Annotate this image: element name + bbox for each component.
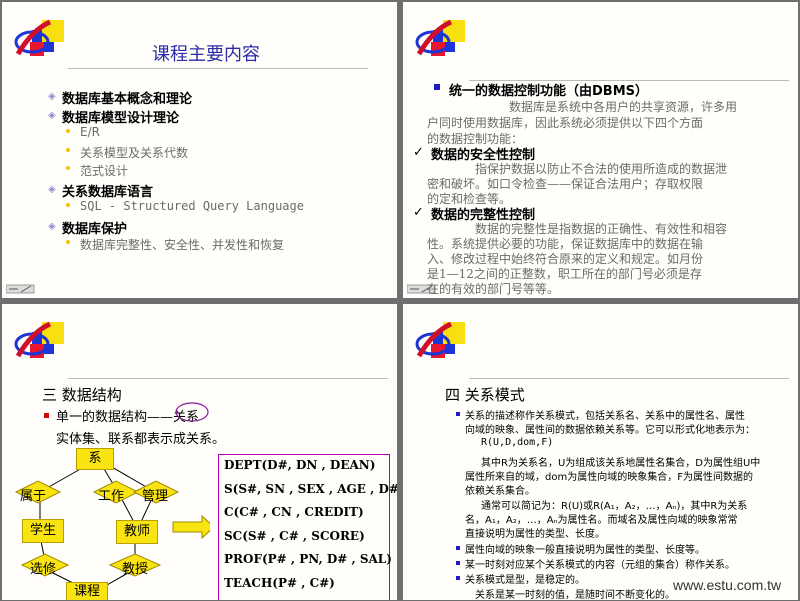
entity-xuesheng: 学生: [22, 519, 64, 543]
schema-text: 向域的映象、属性间的数据依赖关系等。它可以形式化地表示为：: [465, 425, 755, 436]
relation-schema: S(S#, SN , SEX , AGE , D#): [224, 481, 397, 496]
relationship-guanli: 管理: [142, 489, 169, 504]
dot-bullet-icon: [66, 166, 70, 170]
outline-subitem: 关系模型及关系代数: [80, 145, 189, 160]
relation-schema: PROF(P# , PN, D# , SAL): [224, 552, 392, 566]
entity-xi: 系: [76, 448, 114, 470]
square-bullet-icon: [456, 412, 460, 416]
schema-text: 关系的描述称作关系模式，包括关系名、关系中的属性名、属性: [465, 411, 745, 422]
outline-subitem: 数据库完整性、安全性、并发性和恢复: [80, 238, 285, 252]
outline-subitem: 范式设计: [80, 164, 129, 178]
entity-jiaoshi: 教师: [116, 520, 158, 544]
relation-schema: DEPT(D#, DN , DEAN): [224, 458, 376, 472]
schema-text: 其中R为关系名，U为组成该关系地属性名集合，D为属性组U中: [481, 458, 761, 469]
relation-schema: SC(S# , C# , SCORE): [224, 528, 365, 543]
schema-text: 属性所来自的域，dom为属性向域的映象集合，F为属性间数据的: [465, 472, 753, 483]
outline-item: 关系数据库语言: [62, 184, 154, 200]
square-bullet-icon: [456, 561, 460, 565]
schema-text: 名，A₁，A₂，…，Aₙ为属性名。而域名及属性向域的映象常常: [465, 515, 738, 526]
diamond-bullet-icon: ◈: [48, 183, 56, 195]
dot-bullet-icon: [66, 203, 70, 207]
check-icon: ✓: [413, 145, 424, 160]
schema-text: 关系是某一时刻的值，是随时间不断变化的。: [475, 590, 675, 600]
dot-bullet-icon: [66, 240, 70, 244]
relationship-gongzuo: 工作: [98, 489, 125, 504]
schema-text: 某一时刻对应某个关系模式的内容（元组的集合）称作关系。: [465, 560, 735, 571]
section-heading: 统一的数据控制功能（由DBMS）: [449, 84, 648, 99]
square-bullet-icon: [456, 576, 460, 580]
outline-subitem: E/R: [80, 125, 100, 139]
schema-text: 依赖关系集合。: [465, 486, 535, 497]
slide-1[interactable]: 课程主要内容 ◈ 数据库基本概念和理论 ◈ 数据库模型设计理论 E/R 关系模型及关系代数…: [2, 2, 397, 298]
relationship-shu: 属于: [20, 489, 47, 504]
outline-item: 数据库基本概念和理论: [62, 92, 193, 107]
relationship-xuanxiu: 选修: [30, 562, 57, 577]
diamond-bullet-icon: ◈: [48, 220, 56, 232]
diamond-bullet-icon: ◈: [48, 91, 56, 102]
title-divider: [68, 68, 368, 69]
course-logo-icon: [14, 19, 64, 56]
check-icon: ✓: [413, 205, 424, 220]
security-line: 的定和检查等。: [427, 192, 512, 206]
relation-schema: C(C# , CN , CREDIT): [224, 505, 364, 519]
course-logo-icon: [415, 19, 465, 56]
dot-bullet-icon: [66, 147, 70, 152]
page-title: 课程主要内容: [152, 44, 260, 65]
entity-kecheng: 课程: [66, 582, 108, 600]
course-logo-icon: [415, 321, 465, 358]
square-bullet-icon: [456, 546, 460, 550]
outline-item: 数据库保护: [62, 221, 128, 237]
dot-bullet-icon: [66, 129, 70, 133]
relation-schema: TEACH(P# , C#): [224, 575, 335, 590]
outline-item: 数据库模型设计理论: [62, 110, 180, 126]
page-title: 三 数据结构: [42, 386, 122, 404]
formula: R(U,D,dom,F): [481, 437, 554, 448]
course-logo-icon: [14, 321, 64, 358]
intro-line: 的数据控制功能：: [427, 132, 524, 146]
schema-text: 关系模式是型，是稳定的。: [465, 575, 585, 586]
intro-line: 户同时使用数据库，因此系统必须提供以下四个方面: [427, 116, 704, 130]
schema-text: 直接说明为属性的类型、长度。: [465, 529, 605, 540]
watermark: www.estu.com.tw: [673, 577, 782, 593]
outline-subitem: SQL - Structured Query Language: [80, 199, 304, 213]
slide-3[interactable]: 三 数据结构 单一的数据结构——关系 实体集、联系都表示成关系。 系 属于 工作…: [2, 304, 397, 600]
title-divider: [68, 378, 388, 379]
schema-text: 属性向域的映象一般直接说明为属性的类型、长度等。: [465, 545, 705, 556]
schema-text: 通常可以简记为：R(U)或R(A₁，A₂，…，Aₙ)，其中R为关系: [481, 501, 748, 512]
square-bullet-icon: [434, 84, 440, 90]
slide-nav-icon[interactable]: [6, 284, 36, 294]
title-divider: [469, 378, 789, 379]
integrity-line: 在的有效的部门号等等。: [427, 282, 560, 296]
diamond-bullet-icon: ◈: [48, 109, 56, 121]
handwritten-circle-icon: [175, 402, 209, 422]
intro-line: 数据库是系统中各用户的共享资源，许多用: [509, 100, 738, 114]
relationship-jiaoshou: 教授: [122, 562, 149, 577]
slide-4[interactable]: 四 关系模式 关系的描述称作关系模式，包括关系名、关系中的属性名、属性 向域的映象…: [403, 304, 798, 600]
page-title: 四 关系模式: [445, 386, 525, 404]
slide-2[interactable]: 统一的数据控制功能（由DBMS） ✓ 数据的安全性控制 ✓ 数据的完整性控制 数…: [403, 2, 798, 298]
square-bullet-icon: [44, 413, 49, 418]
